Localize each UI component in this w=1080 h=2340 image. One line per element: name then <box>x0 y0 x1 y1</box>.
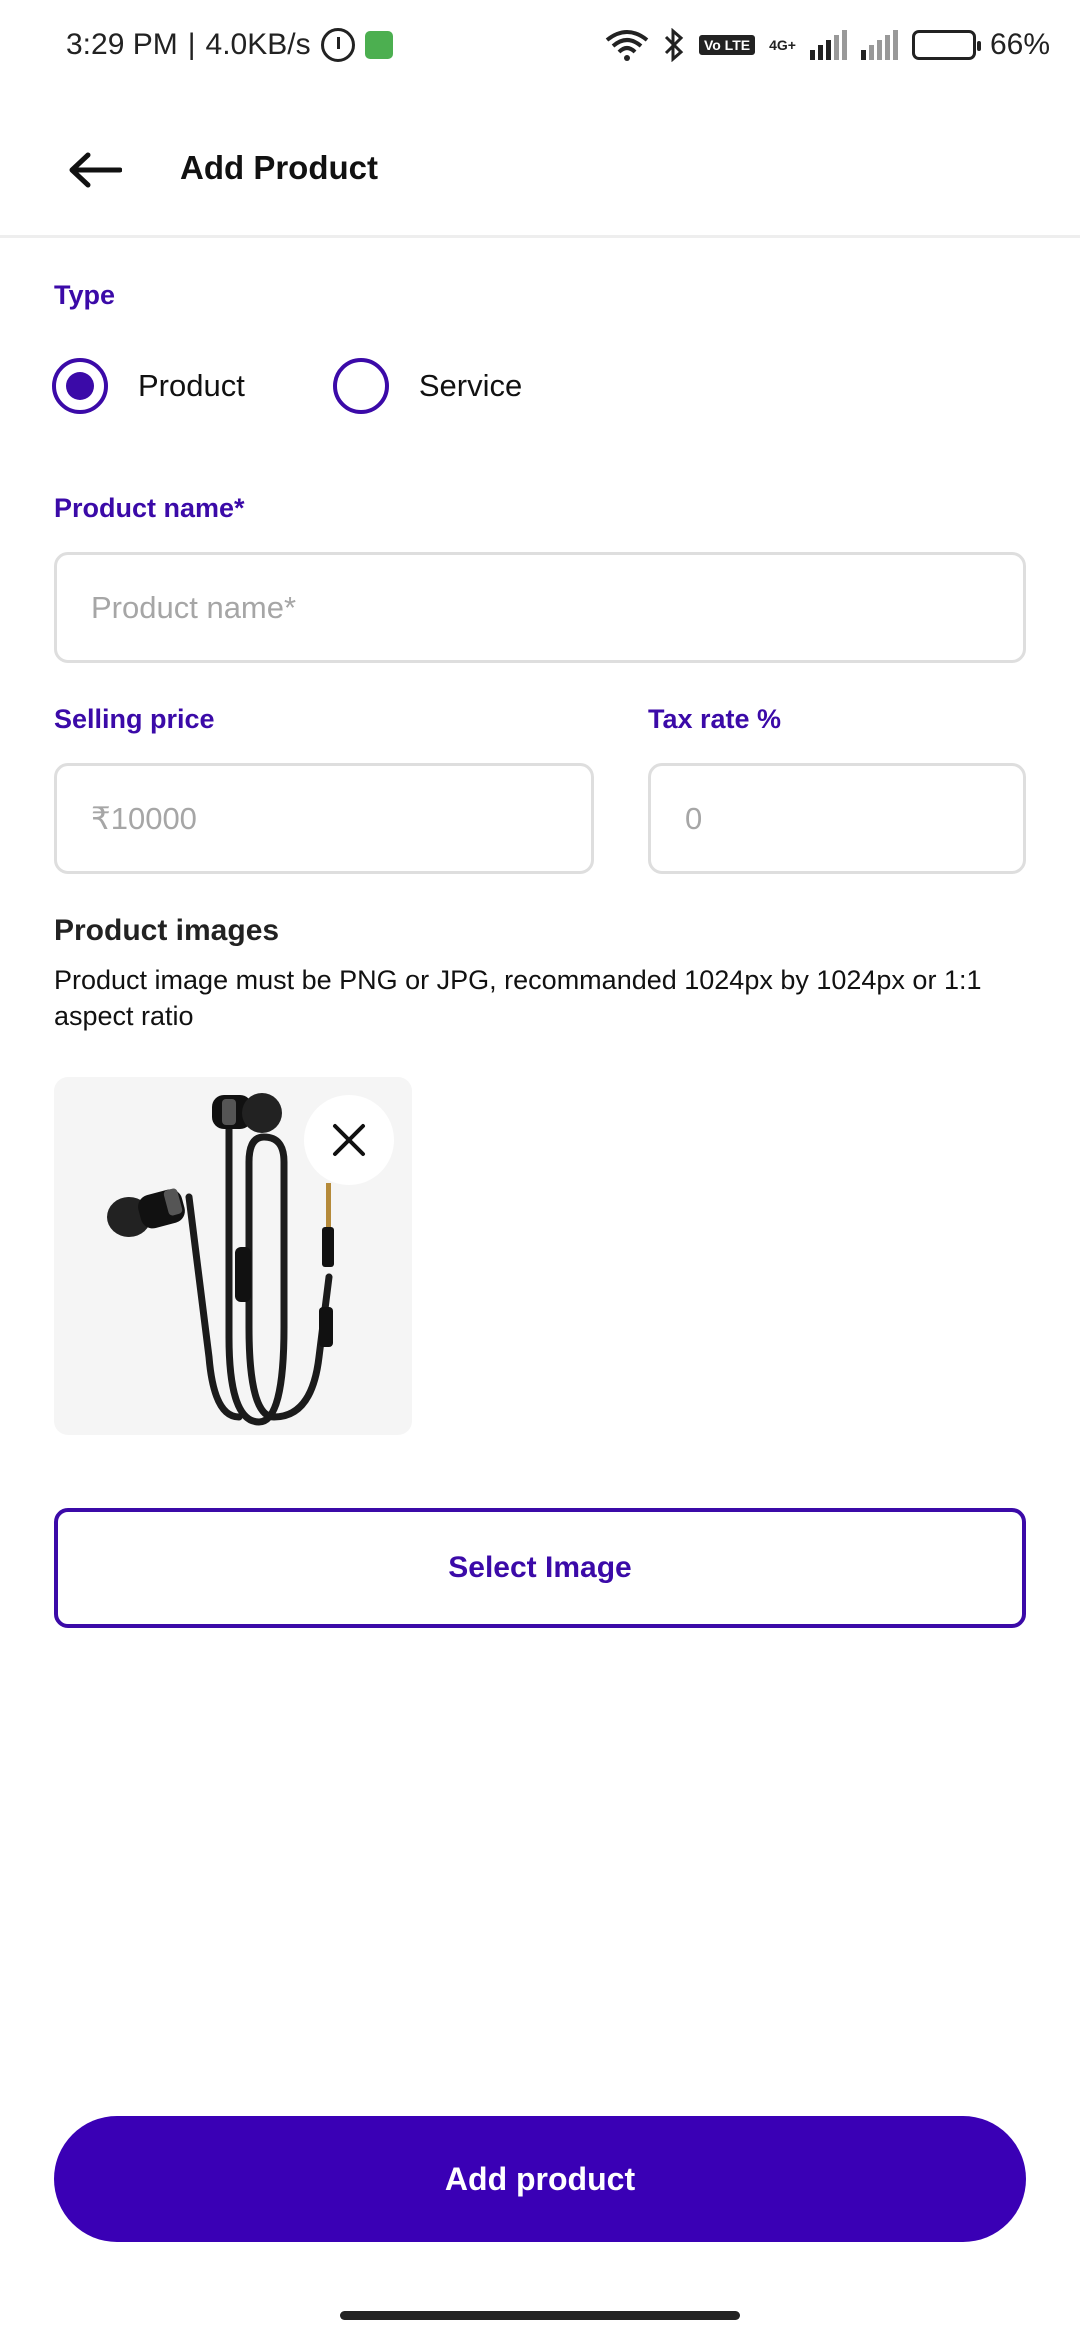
alarm-icon <box>320 28 355 62</box>
app-notification-icon <box>364 31 393 59</box>
product-images-help: Product image must be PNG or JPG, recomm… <box>54 965 982 1031</box>
tax-rate-label: Tax rate % <box>648 704 782 734</box>
type-label: Type <box>54 280 116 310</box>
radio-unchecked-icon <box>332 358 389 414</box>
radio-product-label: Product <box>138 368 245 403</box>
signal-icon <box>809 30 847 60</box>
wifi-icon <box>605 30 649 61</box>
tax-rate-input[interactable] <box>648 763 1026 874</box>
close-icon <box>333 1124 365 1156</box>
status-left: 3:29 PM | 4.0KB/s <box>66 28 393 62</box>
status-separator: | <box>187 28 196 61</box>
status-bar: 3:29 PM | 4.0KB/s Vo LTE 4G+ 66% <box>0 0 1080 100</box>
network-type: 4G+ <box>769 37 796 53</box>
radio-checked-icon <box>52 358 108 414</box>
radio-service-label: Service <box>418 368 523 403</box>
product-name-input[interactable] <box>54 552 1026 663</box>
product-image-card <box>54 1077 412 1435</box>
battery-icon <box>911 30 981 60</box>
selling-price-input[interactable] <box>54 763 594 874</box>
app-header: Add Product <box>0 100 1080 238</box>
radio-service[interactable]: Service <box>332 358 523 414</box>
volte-icon: Vo LTE <box>698 35 756 55</box>
select-image-button[interactable]: Select Image <box>54 1508 1026 1628</box>
add-product-button[interactable]: Add product <box>54 2116 1026 2242</box>
selling-price-label: Selling price <box>54 704 215 734</box>
product-name-label: Product name* <box>54 493 245 523</box>
signal-icon-2 <box>860 30 898 60</box>
bluetooth-icon <box>664 28 684 62</box>
type-radio-group: Product Service <box>52 358 522 414</box>
arrow-left-icon <box>69 152 122 188</box>
radio-product[interactable]: Product <box>52 358 245 414</box>
network-speed: 4.0KB/s <box>205 28 311 61</box>
home-indicator[interactable] <box>340 2311 740 2320</box>
back-button[interactable] <box>60 140 130 200</box>
product-images-title: Product images <box>54 914 280 947</box>
status-time: 3:29 PM <box>66 28 178 61</box>
remove-image-button[interactable] <box>304 1095 394 1185</box>
status-right: Vo LTE 4G+ 66% <box>605 28 1050 62</box>
page-title: Add Product <box>180 149 378 186</box>
battery-percent: 66% <box>989 28 1050 61</box>
